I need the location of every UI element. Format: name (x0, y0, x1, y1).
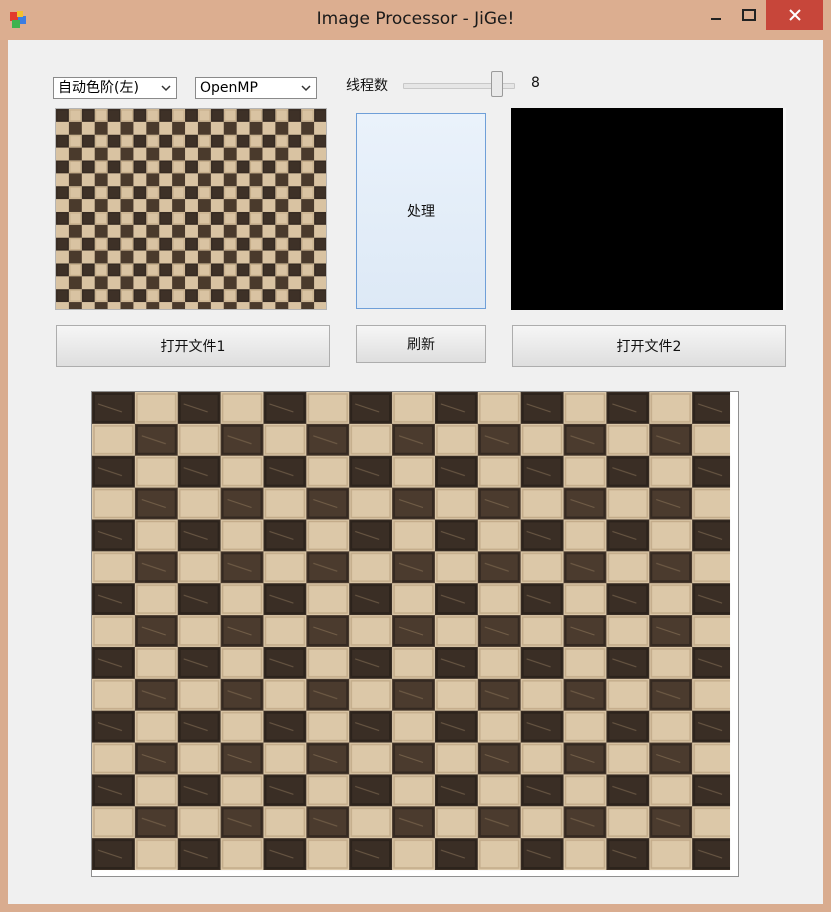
backend-select-value: OpenMP (200, 80, 258, 96)
maximize-icon (742, 9, 756, 21)
threads-slider-thumb[interactable] (491, 71, 503, 97)
output-image-preview (511, 108, 786, 310)
close-button[interactable] (766, 0, 823, 30)
input-image-preview (55, 108, 327, 310)
chevron-down-icon (161, 85, 171, 92)
minimize-button[interactable] (700, 0, 732, 30)
backend-select[interactable]: OpenMP (195, 77, 317, 99)
algorithm-select[interactable]: 自动色阶(左) (53, 77, 177, 99)
maximize-button[interactable] (733, 0, 765, 30)
process-button[interactable]: 处理 (356, 113, 486, 309)
chevron-down-icon (301, 85, 311, 92)
algorithm-select-value: 自动色阶(左) (58, 80, 139, 96)
open-file-2-button[interactable]: 打开文件2 (512, 325, 786, 367)
client-area: 自动色阶(左) OpenMP 线程数 8 处理 打开文件1 刷新 打开文件2 (8, 40, 823, 904)
threads-value: 8 (531, 75, 540, 91)
app-window: Image Processor - JiGe! 自动色阶(左) OpenMP 线… (0, 0, 831, 912)
checkerboard-image (56, 109, 326, 309)
refresh-button[interactable]: 刷新 (356, 325, 486, 363)
threads-label: 线程数 (346, 78, 388, 94)
open-file-1-button[interactable]: 打开文件1 (56, 325, 330, 367)
checkerboard-image-large (92, 392, 731, 871)
close-icon (788, 9, 801, 21)
minimize-icon (711, 18, 721, 20)
title-bar[interactable]: Image Processor - JiGe! (0, 0, 831, 40)
main-image-view (91, 391, 739, 877)
